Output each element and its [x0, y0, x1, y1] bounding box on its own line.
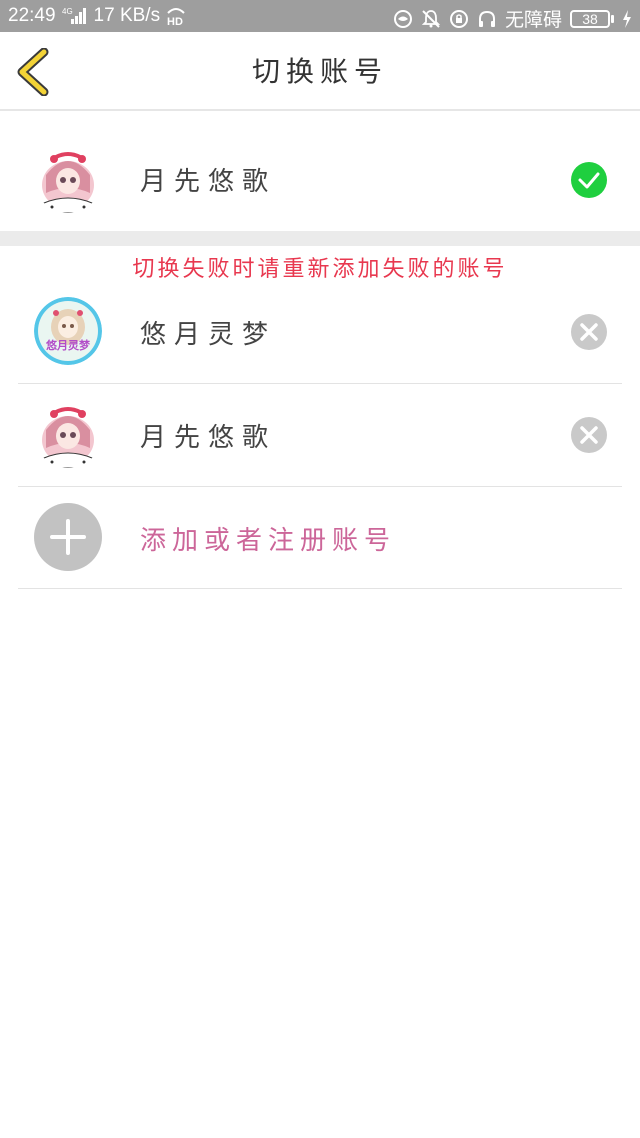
lock-rotation-icon: [449, 9, 469, 29]
charging-icon: [622, 9, 632, 28]
account-row[interactable]: 悠月灵梦 悠月灵梦: [0, 281, 640, 383]
add-account-button[interactable]: [34, 503, 102, 571]
account-row[interactable]: 月先悠歌: [0, 384, 640, 486]
status-bar: 22:49 4G 17 KB/s HD 无障碍 38: [0, 0, 640, 32]
account-name: 悠月灵梦: [140, 320, 277, 350]
mute-bell-icon: [421, 9, 441, 29]
current-account-name: 月先悠歌: [140, 167, 277, 197]
hd-icon: HD: [166, 5, 186, 27]
network-type-label: 4G: [62, 7, 73, 16]
status-bar-left: 22:49 4G 17 KB/s HD: [8, 5, 186, 27]
avatar-caption: 悠月灵梦: [45, 338, 91, 352]
battery-level: 38: [570, 9, 610, 28]
account-name: 月先悠歌: [140, 423, 277, 453]
close-circle-icon[interactable]: [571, 417, 607, 453]
avatar: 悠月灵梦: [34, 297, 102, 365]
signal-icon: 4G: [62, 6, 88, 26]
page-title: 切换账号: [251, 55, 388, 88]
accessibility-mode-label: 无障碍: [504, 10, 562, 31]
add-account-label[interactable]: 添加或者注册账号: [140, 520, 396, 557]
headphones-icon: [477, 9, 497, 29]
row-separator: [18, 588, 622, 589]
check-circle-icon: [571, 162, 607, 198]
plus-icon: [50, 519, 86, 555]
avatar: [34, 145, 102, 213]
status-bar-right: 无障碍 38: [393, 5, 632, 32]
status-time: 22:49: [8, 5, 56, 26]
eye-care-icon: [393, 9, 413, 29]
battery-icon: 38: [570, 9, 614, 28]
header: 切换账号: [0, 32, 640, 111]
avatar: [34, 400, 102, 468]
close-circle-icon[interactable]: [571, 314, 607, 350]
switch-failure-hint: 切换失败时请重新添加失败的账号: [132, 257, 508, 282]
section-divider: [0, 231, 640, 246]
network-speed: 17 KB/s: [93, 5, 161, 26]
hd-label: HD: [167, 16, 183, 27]
current-account-row[interactable]: 月先悠歌: [0, 111, 640, 231]
